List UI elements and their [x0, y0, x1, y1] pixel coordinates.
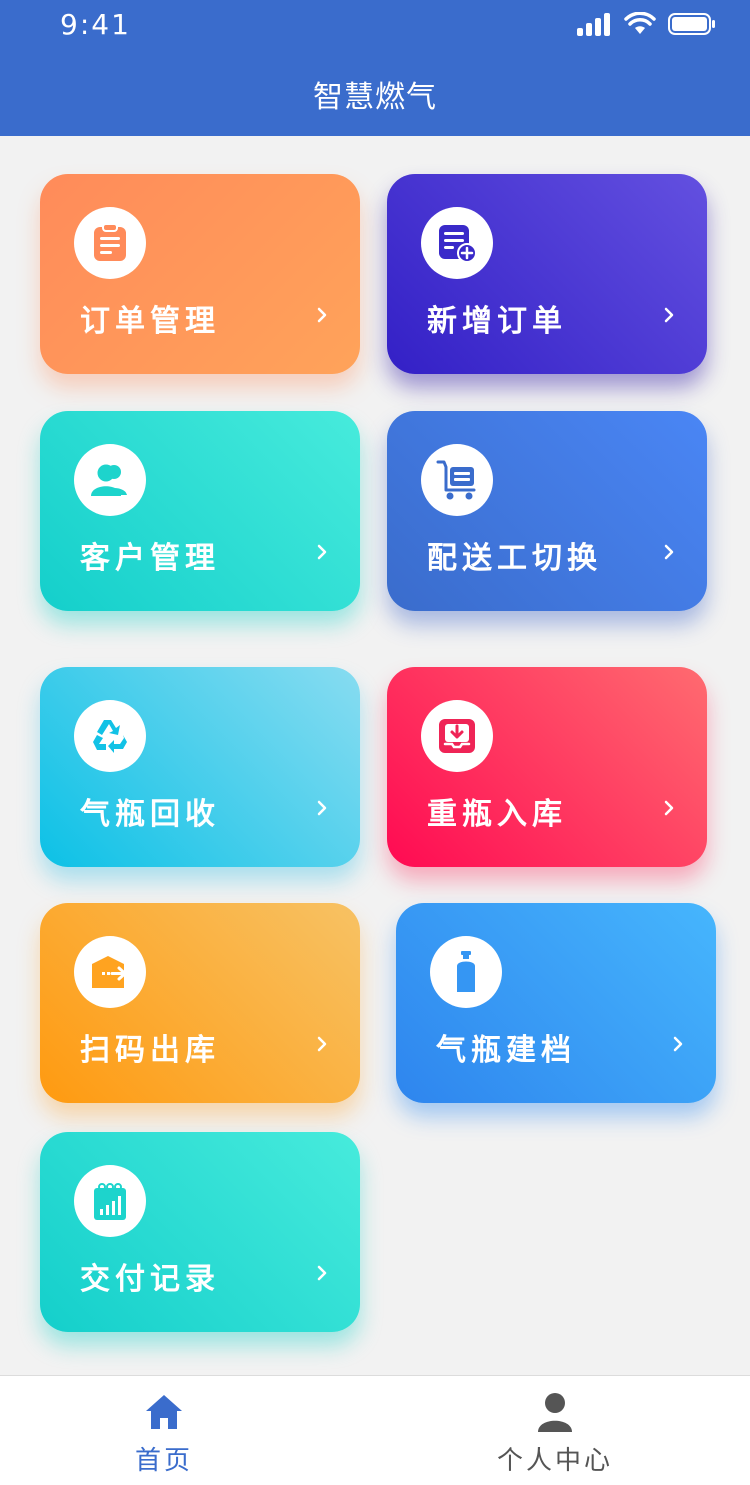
card-label: 交付记录 [80, 1262, 220, 1297]
home-icon [146, 1395, 182, 1429]
signal-icon [577, 13, 610, 36]
chevron-right-icon [664, 544, 674, 560]
box-out-icon [74, 936, 146, 1008]
card-label: 扫码出库 [80, 1033, 220, 1068]
tab-home-label: 首页 [134, 1446, 193, 1476]
status-indicators [576, 12, 716, 36]
card-label: 气瓶建档 [436, 1033, 576, 1068]
order-management-card[interactable]: 订单管理 [40, 174, 360, 374]
chevron-right-icon [317, 307, 327, 323]
chevron-right-icon [664, 307, 674, 323]
person-icon [538, 1393, 572, 1432]
page-title: 智慧燃气 [313, 80, 437, 115]
inbox-download-icon [421, 700, 493, 772]
full-cylinder-stock-in-card[interactable]: 重瓶入库 [387, 667, 707, 867]
card-label: 新增订单 [427, 304, 567, 339]
cylinder-archive-card[interactable]: 气瓶建档 [396, 903, 716, 1103]
card-label: 客户管理 [80, 541, 220, 576]
card-label: 重瓶入库 [427, 797, 567, 832]
wifi-icon [624, 12, 656, 34]
gas-cylinder-icon [430, 936, 502, 1008]
delivery-record-card[interactable]: 交付记录 [40, 1132, 360, 1332]
delivery-cart-icon [421, 444, 493, 516]
chevron-right-icon [317, 1036, 327, 1052]
cylinder-recycle-card[interactable]: 气瓶回收 [40, 667, 360, 867]
recycle-icon [74, 700, 146, 772]
battery-icon [668, 13, 715, 35]
status-time: 9:41 [60, 8, 131, 41]
chevron-right-icon [317, 800, 327, 816]
courier-switch-card[interactable]: 配送工切换 [387, 411, 707, 611]
report-chart-icon [74, 1165, 146, 1237]
customer-management-card[interactable]: 客户管理 [40, 411, 360, 611]
chevron-right-icon [664, 800, 674, 816]
card-label: 配送工切换 [427, 541, 602, 576]
tab-profile[interactable]: 个人中心 [455, 1376, 655, 1485]
users-icon [74, 444, 146, 516]
new-order-card[interactable]: 新增订单 [387, 174, 707, 374]
tab-home[interactable]: 首页 [64, 1376, 264, 1485]
scan-stock-out-card[interactable]: 扫码出库 [40, 903, 360, 1103]
card-label: 气瓶回收 [80, 797, 220, 832]
tab-profile-label: 个人中心 [496, 1446, 613, 1476]
chevron-right-icon [317, 1265, 327, 1281]
clipboard-icon [74, 207, 146, 279]
bottom-tab-bar: 首页 个人中心 [0, 1375, 750, 1485]
app-header: 9:41 智慧燃气 [0, 0, 750, 136]
chevron-right-icon [317, 544, 327, 560]
card-label: 订单管理 [80, 304, 220, 339]
add-document-icon [421, 207, 493, 279]
chevron-right-icon [673, 1036, 683, 1052]
